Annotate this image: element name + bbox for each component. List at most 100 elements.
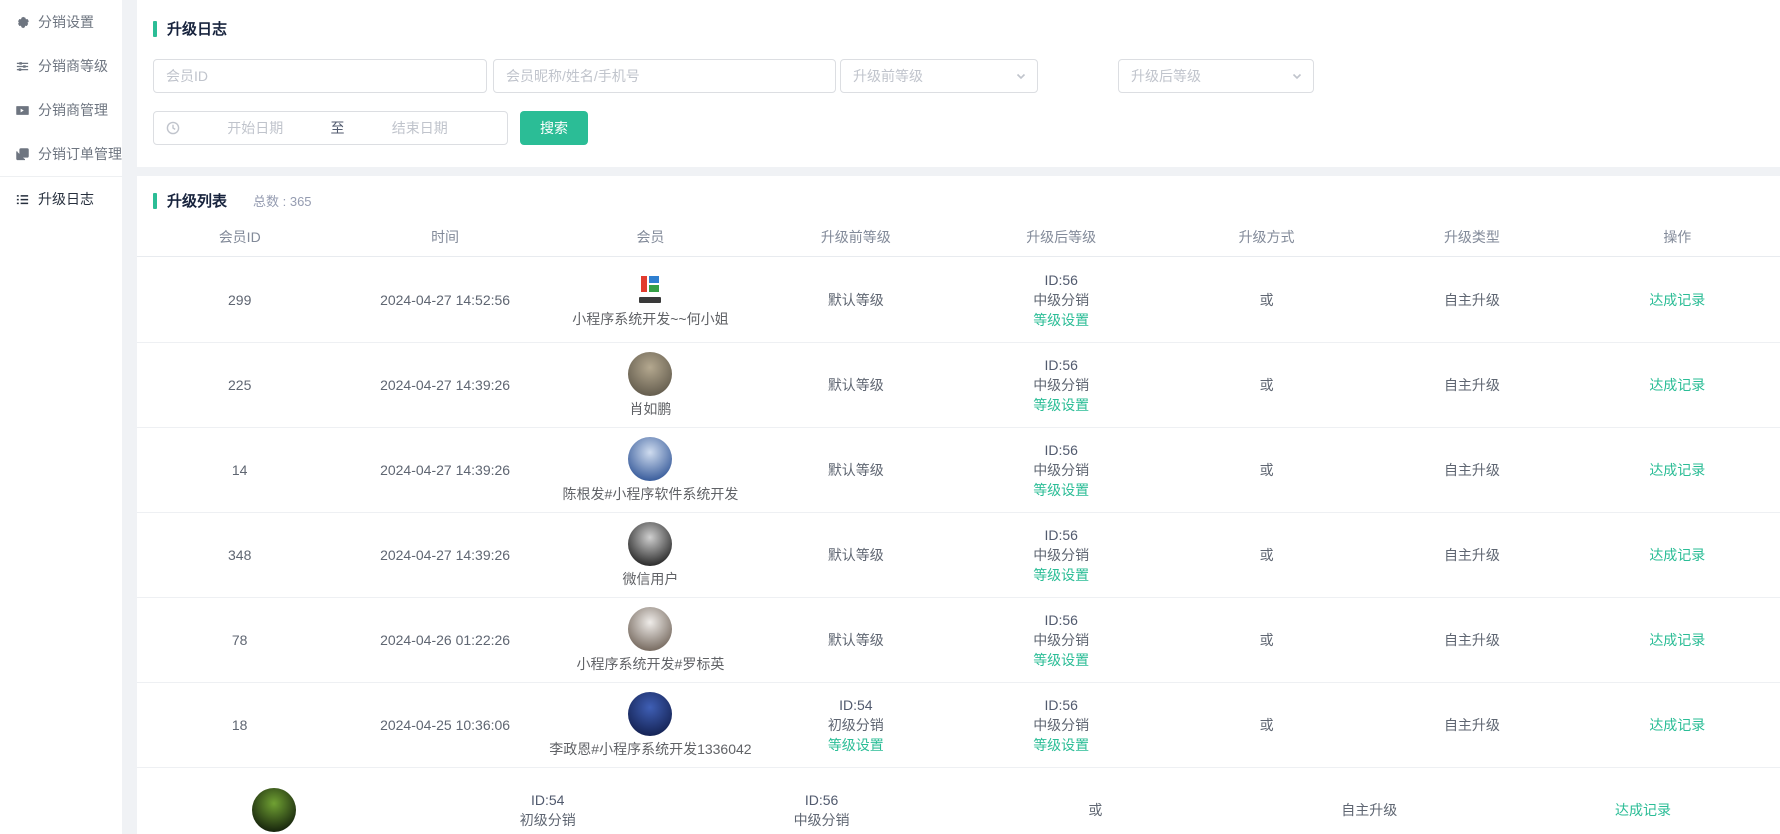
- column-header: 时间: [342, 227, 547, 247]
- table-row: ID:54 初级分销 ID:56 中级分销 或 自主升级 达成记录: [137, 767, 1780, 834]
- table-row: 78 2024-04-26 01:22:26 小程序系统开发#罗标英 默认等级 …: [137, 597, 1780, 682]
- pre-level-name: 初级分销: [520, 810, 576, 830]
- post-level-select[interactable]: 升级后等级: [1118, 59, 1314, 93]
- member-id-cell: 14: [137, 462, 342, 478]
- time-cell: 2024-04-27 14:52:56: [342, 292, 547, 308]
- sidebar-item-label: 分销设置: [38, 12, 94, 32]
- achieve-record-link[interactable]: 达成记录: [1649, 462, 1705, 478]
- column-header: 升级方式: [1164, 227, 1369, 247]
- post-level-setting-link[interactable]: 等级设置: [1033, 310, 1089, 330]
- sidebar-item-distribution-orders[interactable]: 分销订单管理: [0, 132, 122, 176]
- achieve-record-link[interactable]: 达成记录: [1649, 292, 1705, 308]
- pre-level-cell: 默认等级: [753, 460, 958, 480]
- member-avatar: [252, 788, 296, 832]
- post-level-id: ID:56: [1044, 525, 1077, 545]
- sidebar-item-label: 分销商等级: [38, 56, 108, 76]
- post-level-cell: ID:56 中级分销 等级设置: [959, 610, 1164, 670]
- action-cell: 达成记录: [1575, 545, 1780, 565]
- achieve-record-link[interactable]: 达成记录: [1649, 377, 1705, 393]
- action-cell: 达成记录: [1575, 715, 1780, 735]
- post-level-name: 中级分销: [1033, 460, 1089, 480]
- upgrade-type-cell: 自主升级: [1369, 630, 1574, 650]
- title-accent-bar: [153, 193, 157, 209]
- post-level-setting-link[interactable]: 等级设置: [1033, 565, 1089, 585]
- date-range-picker[interactable]: 开始日期 至 结束日期: [153, 111, 508, 145]
- app-root: 分销设置 分销商等级 分销商管理 分销订单管理 升级日志: [0, 0, 1780, 834]
- member-id-cell: 18: [137, 717, 342, 733]
- action-cell: 达成记录: [1575, 290, 1780, 310]
- member-cell: 李政恩#小程序系统开发1336042: [548, 692, 753, 758]
- post-level-id: ID:56: [1044, 355, 1077, 375]
- time-cell: 2024-04-25 10:36:06: [342, 717, 547, 733]
- filter-row-2: 开始日期 至 结束日期 搜索: [153, 111, 1764, 145]
- achieve-record-link[interactable]: 达成记录: [1615, 802, 1671, 818]
- post-level-name: 中级分销: [1033, 290, 1089, 310]
- pre-level-name: 默认等级: [828, 375, 884, 395]
- pre-level-name: 默认等级: [828, 545, 884, 565]
- achieve-record-link[interactable]: 达成记录: [1649, 717, 1705, 733]
- column-header: 操作: [1575, 227, 1780, 247]
- member-name: 李政恩#小程序系统开发1336042: [549, 740, 751, 758]
- list-section-title: 升级列表 总数 : 365: [137, 190, 1780, 211]
- time-cell: 2024-04-27 14:39:26: [342, 377, 547, 393]
- table-row: 299 2024-04-27 14:52:56 小程序系统开发~~何小姐 默认等…: [137, 257, 1780, 342]
- post-level-cell: ID:56 中级分销 等级设置: [959, 440, 1164, 500]
- list-icon: [14, 191, 30, 207]
- filter-row-1: 升级前等级 升级后等级: [153, 59, 1764, 93]
- post-level-setting-link[interactable]: 等级设置: [1033, 735, 1089, 755]
- pre-level-cell: 默认等级: [753, 630, 958, 650]
- member-cell: 陈根发#小程序软件系统开发: [548, 437, 753, 503]
- upgrade-method-cell: 或: [958, 800, 1232, 820]
- start-date-placeholder: 开始日期: [180, 118, 331, 138]
- post-level-cell: ID:56 中级分销 等级设置: [959, 525, 1164, 585]
- column-header: 升级后等级: [959, 227, 1164, 247]
- pre-level-name: 默认等级: [828, 290, 884, 310]
- pre-level-select[interactable]: 升级前等级: [840, 59, 1038, 93]
- member-id-cell: 225: [137, 377, 342, 393]
- upgrade-type-cell: 自主升级: [1369, 545, 1574, 565]
- member-avatar: [628, 692, 672, 736]
- title-accent-bar: [153, 21, 157, 37]
- member-id-input[interactable]: [153, 59, 487, 93]
- page-title: 升级日志: [167, 18, 227, 39]
- pre-level-cell: 默认等级: [753, 545, 958, 565]
- member-name-input[interactable]: [493, 59, 836, 93]
- sidebar-item-upgrade-log[interactable]: 升级日志: [0, 176, 122, 221]
- sidebar-item-label: 分销订单管理: [38, 144, 122, 164]
- post-level-cell: ID:56 中级分销 等级设置: [959, 695, 1164, 755]
- sidebar-item-distribution-settings[interactable]: 分销设置: [0, 0, 122, 44]
- post-level-setting-link[interactable]: 等级设置: [1033, 480, 1089, 500]
- table-row: 18 2024-04-25 10:36:06 李政恩#小程序系统开发133604…: [137, 682, 1780, 767]
- member-id-cell: 348: [137, 547, 342, 563]
- post-level-setting-link[interactable]: 等级设置: [1033, 395, 1089, 415]
- time-cell: 2024-04-26 01:22:26: [342, 632, 547, 648]
- main-content: 升级日志 升级前等级 升级后等级 开始日期 至 结束: [137, 0, 1780, 834]
- member-name: 小程序系统开发#罗标英: [577, 655, 725, 673]
- action-cell: 达成记录: [1575, 375, 1780, 395]
- upgrade-method-cell: 或: [1164, 460, 1369, 480]
- action-cell: 达成记录: [1575, 630, 1780, 650]
- action-cell: 达成记录: [1506, 800, 1780, 820]
- pre-level-id: ID:54: [531, 790, 564, 810]
- search-button[interactable]: 搜索: [520, 111, 588, 145]
- filter-section-title: 升级日志: [153, 18, 1764, 39]
- post-level-name: 中级分销: [1033, 715, 1089, 735]
- pre-level-cell: ID:54 初级分销: [411, 790, 685, 830]
- upgrade-type-cell: 自主升级: [1369, 460, 1574, 480]
- upgrade-method-cell: 或: [1164, 545, 1369, 565]
- member-id-cell: 78: [137, 632, 342, 648]
- pre-level-setting-link[interactable]: 等级设置: [828, 735, 884, 755]
- post-level-name: 中级分销: [1033, 375, 1089, 395]
- sidebar-item-distributor-levels[interactable]: 分销商等级: [0, 44, 122, 88]
- upgrade-method-cell: 或: [1164, 375, 1369, 395]
- post-level-setting-link[interactable]: 等级设置: [1033, 650, 1089, 670]
- sidebar-item-label: 升级日志: [38, 189, 94, 209]
- date-separator: 至: [331, 118, 345, 138]
- achieve-record-link[interactable]: 达成记录: [1649, 632, 1705, 648]
- member-name: 肖如鹏: [629, 400, 671, 418]
- column-header: 会员ID: [137, 227, 342, 247]
- upgrade-type-cell: 自主升级: [1369, 375, 1574, 395]
- sidebar-item-distributor-management[interactable]: 分销商管理: [0, 88, 122, 132]
- achieve-record-link[interactable]: 达成记录: [1649, 547, 1705, 563]
- member-name: 小程序系统开发~~何小姐: [572, 310, 728, 328]
